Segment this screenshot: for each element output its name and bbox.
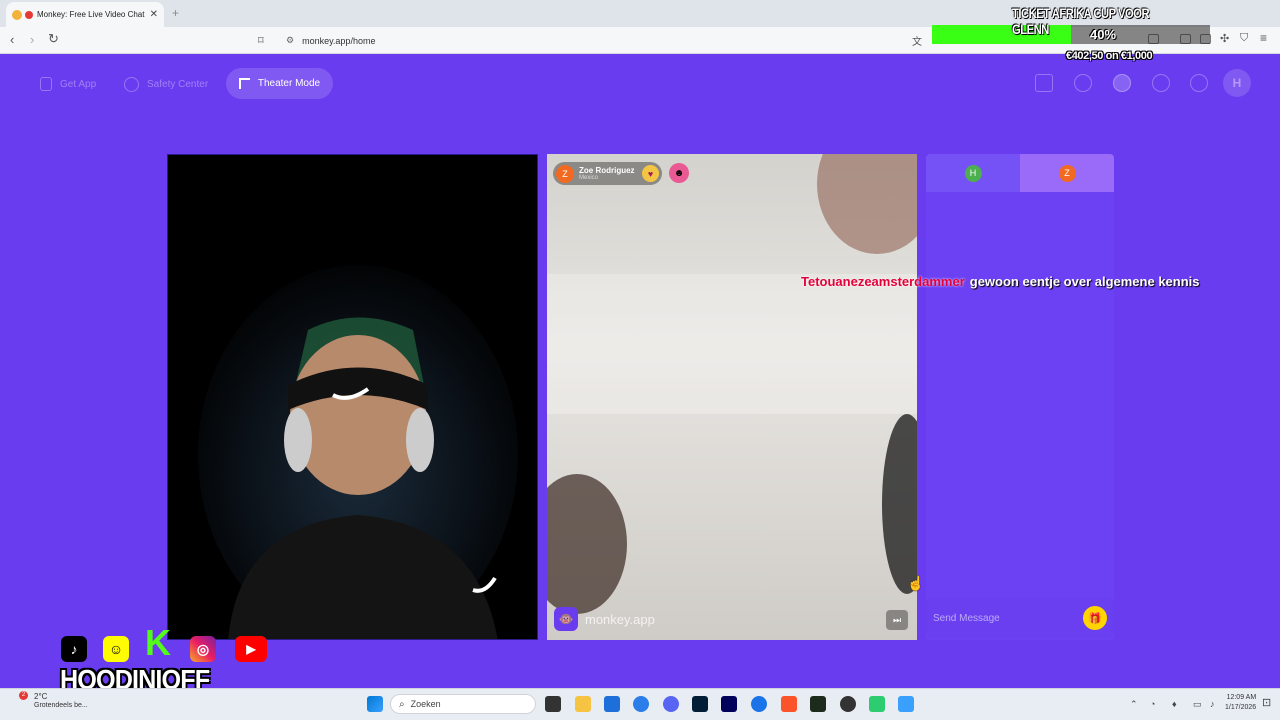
back-icon[interactable]: ‹ — [10, 32, 14, 47]
discord-icon[interactable] — [663, 696, 679, 712]
send-message-input[interactable] — [933, 612, 1083, 624]
messages-icon[interactable] — [1190, 74, 1208, 92]
remote-user-name: Zoe Rodriguez — [579, 165, 635, 175]
app-icon[interactable] — [751, 696, 767, 712]
expand-icon — [238, 78, 250, 89]
shield-icon[interactable]: ⛉ — [1240, 32, 1248, 45]
taskbar-clock[interactable]: 12:09 AM 1/17/2026 — [1225, 693, 1256, 713]
monkey-logo-icon: 🐵 — [554, 607, 578, 631]
app-blue-icon[interactable] — [898, 696, 914, 712]
forward-icon[interactable]: › — [30, 32, 34, 47]
brave-icon[interactable] — [781, 696, 797, 712]
weather-widget[interactable]: 2 2°C Grotendeels be... — [12, 691, 88, 710]
tray-display-icon[interactable]: ▭ — [1193, 699, 1202, 710]
tray-network-icon[interactable]: ◔ — [1150, 699, 1155, 709]
remote-user-country: Mexico — [579, 174, 599, 181]
menu-icon[interactable]: ≡ — [1260, 31, 1267, 45]
weather-badge: 2 — [19, 691, 28, 700]
notification-icon[interactable]: ⊡ — [1262, 696, 1271, 709]
get-app-label: Get App — [60, 78, 97, 90]
close-tab-icon[interactable]: ✕ — [150, 9, 158, 20]
tray-volume-icon[interactable]: ♪ — [1210, 699, 1215, 709]
clock-date: 1/17/2026 — [1225, 704, 1257, 711]
tiktok-icon: ♪ — [61, 636, 87, 662]
search-icon[interactable] — [1074, 74, 1092, 92]
cursor-icon: ☝ — [907, 575, 925, 591]
instagram-icon: ◎ — [190, 636, 216, 662]
remote-video — [547, 154, 917, 640]
tab-self[interactable]: H — [926, 154, 1020, 192]
profile-avatar[interactable]: H — [1223, 69, 1251, 97]
skip-button[interactable]: ⏭ — [886, 610, 908, 630]
history-icon[interactable] — [1152, 74, 1170, 92]
photoshop-icon[interactable] — [692, 696, 708, 712]
obs-icon[interactable] — [840, 696, 856, 712]
youtube-icon: ▶ — [235, 636, 267, 662]
remote-user-badge[interactable]: Z Zoe Rodriguez Mexico ♥ — [553, 162, 662, 185]
search-icon: ⌕ — [399, 698, 405, 710]
goal-amount: €402,50 on €1,000 — [1066, 50, 1153, 62]
taskbar-search[interactable]: ⌕ Zoeken — [390, 694, 536, 714]
weather-desc: Grotendeels be... — [34, 702, 88, 709]
chat-tabs: H Z — [926, 154, 1114, 192]
terminal-icon[interactable] — [810, 696, 826, 712]
heart-icon[interactable]: ♥ — [642, 165, 659, 182]
chat-panel — [926, 154, 1114, 640]
safety-center-button[interactable]: Safety Center — [124, 72, 208, 96]
watermark-text: monkey.app — [585, 611, 655, 627]
task-view-icon[interactable] — [545, 696, 561, 712]
get-app-button[interactable]: Get App — [40, 72, 96, 96]
tab-remote[interactable]: Z — [1020, 154, 1114, 192]
tray-chevron-icon[interactable]: ⌃ — [1130, 699, 1138, 710]
recording-icon — [25, 10, 33, 19]
remote-avatar: Z — [1058, 164, 1076, 182]
clock-time: 12:09 AM — [1226, 694, 1257, 701]
phone-icon — [40, 77, 52, 91]
theater-mode-label: Theater Mode — [257, 78, 321, 89]
goal-percent: 40% — [1090, 27, 1117, 42]
gift-icon[interactable]: 🎁 — [1083, 606, 1107, 630]
shield-icon — [124, 76, 139, 92]
reload-icon[interactable]: ↻ — [48, 31, 59, 47]
extensions-puzzle-icon[interactable]: ✣ — [1220, 32, 1229, 45]
browser-tab[interactable]: Monkey: Free Live Video Chat ✕ — [6, 2, 164, 27]
theater-mode-button[interactable]: Theater Mode — [226, 68, 333, 99]
tray-mic-icon[interactable]: ♦ — [1172, 699, 1177, 709]
translate-icon[interactable]: 文 — [912, 33, 922, 48]
streamer-video-frame — [198, 265, 518, 639]
send-message-row: 🎁 — [926, 598, 1114, 638]
kick-icon: K — [145, 622, 171, 663]
new-tab-button[interactable]: + — [172, 6, 179, 20]
premiere-icon[interactable] — [721, 696, 737, 712]
start-icon[interactable] — [367, 696, 383, 712]
goal-title: TICKET AFRIKA CUP VOOR GLENN — [1012, 5, 1150, 37]
self-avatar: H — [964, 164, 982, 182]
remote-user-avatar: Z — [556, 164, 574, 183]
chat-username: Tetouanezeamsterdammer — [801, 274, 965, 289]
site-info-icon[interactable]: ⚙ — [286, 35, 294, 46]
shop-icon[interactable] — [1035, 74, 1053, 92]
local-video — [167, 154, 538, 640]
reaction-button[interactable]: ☻ — [669, 163, 689, 183]
tab-title: Monkey: Free Live Video Chat — [37, 10, 145, 19]
stream-chat-message: Tetouanezeamsterdammer gewoon eentje over… — [801, 274, 1200, 289]
app-green-icon[interactable] — [869, 696, 885, 712]
monkey-favicon-icon — [12, 9, 22, 20]
file-explorer-icon[interactable] — [575, 696, 591, 712]
url-text[interactable]: monkey.app/home — [302, 36, 375, 46]
bookmark-icon[interactable]: ⌑ — [258, 34, 272, 47]
address-bar[interactable]: ⌑ ⚙ monkey.app/home — [258, 32, 908, 49]
search-label: Zoeken — [410, 699, 441, 709]
coin-icon[interactable] — [1113, 74, 1131, 92]
chat-message: gewoon eentje over algemene kennis — [969, 274, 1200, 289]
edge-icon[interactable] — [633, 696, 649, 712]
snapchat-icon: ☺ — [103, 636, 129, 662]
goal-progress-fill — [932, 25, 1071, 44]
monkey-watermark: 🐵 monkey.app — [554, 607, 655, 631]
safety-center-label: Safety Center — [147, 78, 209, 90]
store-icon[interactable] — [604, 696, 620, 712]
remote-video-frame — [547, 154, 917, 614]
